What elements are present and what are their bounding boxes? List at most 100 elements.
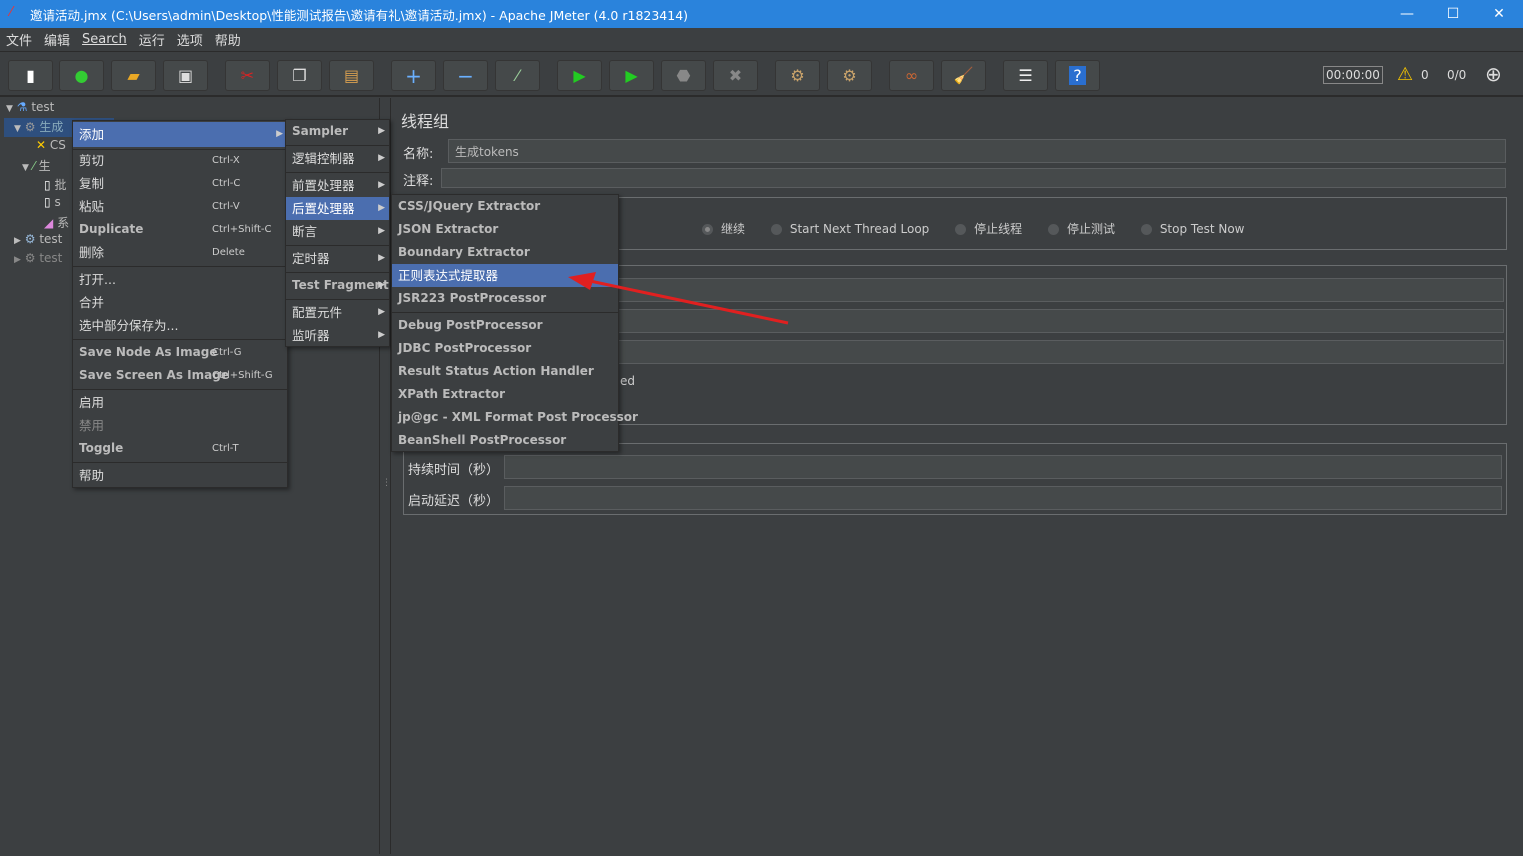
startup-delay-input[interactable]	[504, 486, 1502, 510]
menu-item-enable[interactable]: 启用	[73, 391, 287, 414]
submenu-pre-processor[interactable]: 前置处理器 ▶	[286, 174, 389, 197]
threads-input[interactable]	[614, 278, 1504, 302]
post-regex-extractor[interactable]: 正则表达式提取器	[392, 264, 618, 287]
ramp-up-input[interactable]	[614, 309, 1504, 333]
menu-run[interactable]: 运行	[133, 30, 171, 49]
warning-icon[interactable]: ⚠	[1397, 64, 1413, 85]
submenu-config-element[interactable]: 配置元件 ▶	[286, 301, 389, 324]
tree-node-extractor[interactable]: ▯ 批	[44, 176, 66, 193]
stop-button[interactable]: ⬣	[661, 60, 706, 91]
menu-help[interactable]: 帮助	[209, 30, 247, 49]
comment-input[interactable]	[441, 168, 1506, 188]
jmeter-logo-icon: ⁄	[10, 5, 13, 20]
search-button[interactable]: ∞	[889, 60, 934, 91]
submenu-test-fragment[interactable]: Test Fragment ▶	[286, 274, 389, 297]
menu-item-open[interactable]: 打开...	[73, 268, 287, 291]
menu-item-duplicate[interactable]: Duplicate Ctrl+Shift-C	[73, 218, 287, 241]
post-result-status-action-handler[interactable]: Result Status Action Handler	[392, 360, 618, 383]
menu-item-disable[interactable]: 禁用	[73, 414, 287, 437]
menu-file[interactable]: 文件	[0, 30, 38, 49]
paste-button[interactable]: ▤	[329, 60, 374, 91]
expand-button[interactable]: +	[391, 60, 436, 91]
post-boundary-extractor[interactable]: Boundary Extractor	[392, 241, 618, 264]
start-icon: ▶	[573, 66, 586, 85]
stop-icon: ⬣	[676, 66, 691, 85]
minimize-button[interactable]: —	[1384, 0, 1430, 28]
toggle-button[interactable]: ⁄	[495, 60, 540, 91]
post-xpath-extractor[interactable]: XPath Extractor	[392, 383, 618, 406]
title-bar: ⁄ 邀请活动.jmx (C:\Users\admin\Desktop\性能测试报…	[0, 0, 1523, 28]
tree-node-listener[interactable]: ◢ 系	[44, 214, 69, 231]
post-json-extractor[interactable]: JSON Extractor	[392, 218, 618, 241]
menu-item-cut[interactable]: 剪切 Ctrl-X	[73, 149, 287, 172]
tree-node-sampler[interactable]: ▼ ⁄ 生	[22, 157, 51, 174]
new-button[interactable]: ▮	[8, 60, 53, 91]
menu-item-toggle[interactable]: Toggle Ctrl-T	[73, 437, 287, 460]
menu-item-help[interactable]: 帮助	[73, 464, 287, 487]
radio-continue[interactable]: 继续	[702, 222, 745, 236]
submenu-listener[interactable]: 监听器 ▶	[286, 324, 389, 347]
menu-item-save-node-image[interactable]: Save Node As Image Ctrl-G	[73, 341, 287, 364]
radio-stop-test[interactable]: 停止测试	[1047, 222, 1115, 236]
menu-item-paste[interactable]: 粘贴 Ctrl-V	[73, 195, 287, 218]
post-css-jquery-extractor[interactable]: CSS/JQuery Extractor	[392, 195, 618, 218]
clear-icon: ⚙	[790, 66, 805, 85]
submenu-timer[interactable]: 定时器 ▶	[286, 247, 389, 270]
post-jdbc-postprocessor[interactable]: JDBC PostProcessor	[392, 337, 618, 360]
gear-icon: ⚙	[24, 251, 36, 265]
name-input[interactable]: 生成tokens	[448, 139, 1506, 163]
loop-count-input[interactable]	[614, 340, 1504, 364]
reset-search-button[interactable]: 🧹	[941, 60, 986, 91]
graph-icon: ◢	[44, 216, 54, 230]
post-xml-format-post-processor[interactable]: jp@gc - XML Format Post Processor	[392, 406, 638, 429]
start-no-pause-button[interactable]: ▶	[609, 60, 654, 91]
clear-button[interactable]: ⚙	[775, 60, 820, 91]
help-button[interactable]: ?	[1055, 60, 1100, 91]
tree-node-thread-group-3[interactable]: ▶ ⚙ test	[14, 251, 62, 265]
cut-button[interactable]: ✂	[225, 60, 270, 91]
post-debug-postprocessor[interactable]: Debug PostProcessor	[392, 314, 618, 337]
tree-node-csv[interactable]: ✕ CS	[36, 138, 66, 152]
menu-item-merge[interactable]: 合并	[73, 291, 287, 314]
document-icon: ▯	[44, 195, 51, 209]
function-helper-button[interactable]: ☰	[1003, 60, 1048, 91]
clear-all-button[interactable]: ⚙	[827, 60, 872, 91]
shutdown-button[interactable]: ✖	[713, 60, 758, 91]
tree-node-item[interactable]: ▯ s	[44, 195, 61, 209]
radio-stop-test-now[interactable]: Stop Test Now	[1140, 222, 1245, 236]
menu-edit[interactable]: 编辑	[38, 30, 76, 49]
radio-stop-thread[interactable]: 停止线程	[955, 222, 1022, 236]
tree-node-test-plan[interactable]: ▼ ⚗ test	[6, 100, 54, 114]
pipette-icon: ⁄	[32, 159, 35, 173]
maximize-button[interactable]: ☐	[1430, 0, 1476, 28]
new-icon: ▮	[26, 66, 35, 85]
submenu-sampler[interactable]: Sampler ▶	[286, 120, 389, 143]
menu-item-save-screen-image[interactable]: Save Screen As Image Ctrl+Shift-G	[73, 364, 287, 387]
open-button[interactable]: ▰	[111, 60, 156, 91]
submenu-logic-controller[interactable]: 逻辑控制器 ▶	[286, 147, 389, 170]
templates-button[interactable]: ●	[59, 60, 104, 91]
copy-button[interactable]: ❐	[277, 60, 322, 91]
start-button[interactable]: ▶	[557, 60, 602, 91]
duration-input[interactable]	[504, 455, 1502, 479]
tree-node-thread-group-2[interactable]: ▶ ⚙ test	[14, 232, 62, 246]
post-jsr223-postprocessor[interactable]: JSR223 PostProcessor	[392, 287, 618, 310]
menu-item-save-selection[interactable]: 选中部分保存为...	[73, 314, 287, 337]
submenu-assertion[interactable]: 断言 ▶	[286, 220, 389, 243]
config-icon: ✕	[36, 138, 47, 152]
radio-start-next-loop[interactable]: Start Next Thread Loop	[770, 222, 929, 236]
search-icon: ∞	[904, 66, 919, 85]
toggle-icon: ⁄	[516, 66, 519, 85]
collapse-button[interactable]: −	[443, 60, 488, 91]
save-button[interactable]: ▣	[163, 60, 208, 91]
menu-item-copy[interactable]: 复制 Ctrl-C	[73, 172, 287, 195]
submenu-post-processor[interactable]: 后置处理器 ▶	[286, 197, 389, 220]
panel-title: 线程组	[401, 112, 450, 131]
post-beanshell-postprocessor[interactable]: BeanShell PostProcessor	[392, 429, 618, 452]
scheduler-group: 持续时间（秒） 启动延迟（秒）	[403, 443, 1507, 515]
menu-search[interactable]: Search	[76, 32, 133, 47]
menu-options[interactable]: 选项	[171, 30, 209, 49]
menu-item-delete[interactable]: 删除 Delete	[73, 241, 287, 264]
menu-item-add[interactable]: 添加 ▶	[73, 122, 287, 147]
close-button[interactable]: ✕	[1476, 0, 1522, 28]
